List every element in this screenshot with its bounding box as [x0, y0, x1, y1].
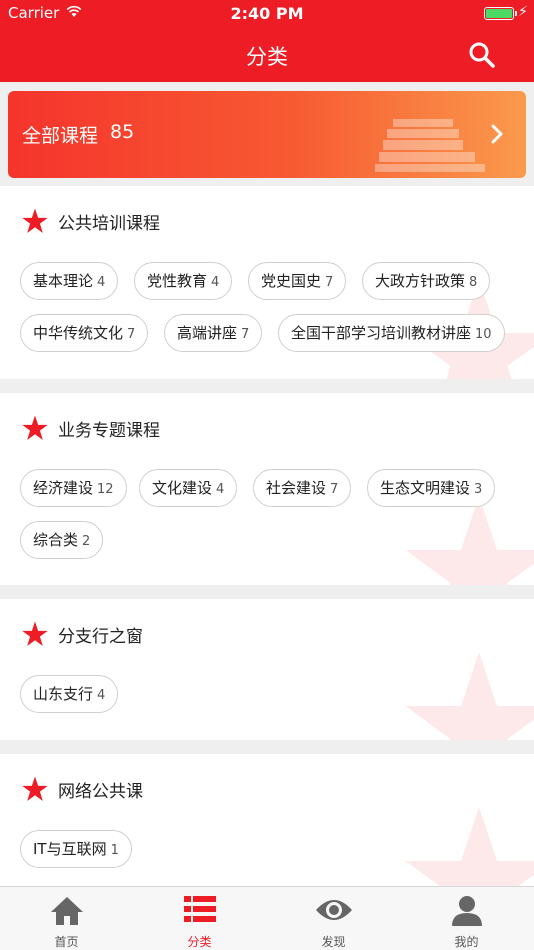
tab-label: 首页: [54, 935, 79, 949]
star-icon: [22, 621, 48, 646]
tag-label: 大政方针政策: [375, 272, 466, 290]
home-icon: [50, 897, 83, 925]
user-icon: [451, 896, 482, 926]
star-icon: [22, 208, 48, 233]
tab-mine[interactable]: 我的: [400, 887, 533, 950]
tag-label: 全国干部学习培训教材讲座: [291, 324, 472, 342]
category-tag[interactable]: 党性教育 4: [134, 262, 233, 300]
section-title: 业务专题课程: [58, 421, 160, 441]
tab-label: 我的: [454, 935, 479, 949]
charging-bolt-icon: ⚡: [518, 4, 528, 20]
tag-count: 7: [127, 327, 136, 342]
tab-label: 分类: [187, 935, 212, 949]
tag-label: 山东支行: [33, 685, 94, 703]
books-illustration-icon: [375, 119, 485, 172]
tag-label: 党性教育: [147, 272, 208, 290]
tag-label: 党史国史: [261, 272, 322, 290]
status-bar: Carrier 2:40 PM ⚡: [0, 0, 534, 28]
tag-label: 基本理论: [33, 272, 94, 290]
tag-label: 文化建设: [152, 479, 213, 497]
tag-label: 经济建设: [33, 479, 94, 497]
category-tag[interactable]: 社会建设 7: [253, 469, 352, 507]
category-section: 网络公共课 IT与互联网 1: [0, 754, 534, 886]
category-tag[interactable]: IT与互联网 1: [20, 830, 132, 868]
tag-count: 3: [474, 482, 483, 497]
section-title: 网络公共课: [58, 782, 143, 802]
category-tag[interactable]: 山东支行 4: [20, 675, 119, 713]
category-list-icon: [183, 896, 216, 922]
tag-label: 高端讲座: [177, 324, 238, 342]
tag-label: IT与互联网: [33, 840, 107, 858]
category-tag[interactable]: 生态文明建设 3: [367, 469, 496, 507]
tag-count: 7: [330, 482, 339, 497]
category-tag[interactable]: 基本理论 4: [20, 262, 119, 300]
tag-count: 12: [97, 482, 114, 497]
page-title: 分类: [246, 45, 288, 69]
all-courses-banner[interactable]: 全部课程 85: [8, 91, 526, 178]
tag-count: 4: [211, 275, 220, 290]
category-tag[interactable]: 党史国史 7: [248, 262, 347, 300]
tag-label: 生态文明建设: [380, 479, 471, 497]
chevron-right-icon: [491, 124, 503, 144]
category-tag[interactable]: 综合类 2: [20, 521, 104, 559]
tab-category[interactable]: 分类: [133, 887, 266, 950]
category-section: 业务专题课程 经济建设 12 文化建设 4 社会建设 7 生态文明建设 3 综合类 2: [0, 393, 534, 585]
category-section: 分支行之窗 山东支行 4: [0, 599, 534, 740]
category-tag[interactable]: 大政方针政策 8: [362, 262, 491, 300]
category-section: 公共培训课程 基本理论 4 党性教育 4 党史国史 7 大政方针政策 8 中华传统文化 7…: [0, 186, 534, 379]
tag-count: 2: [82, 534, 91, 549]
section-title: 公共培训课程: [58, 214, 160, 234]
tag-count: 4: [97, 688, 106, 703]
tab-bar: 首页 分类 发现 我的: [0, 886, 534, 950]
tab-label: 发现: [321, 935, 346, 949]
all-courses-count: 85: [110, 121, 135, 143]
tag-label: 综合类: [33, 531, 79, 549]
section-title: 分支行之窗: [58, 627, 143, 647]
tag-count: 4: [216, 482, 225, 497]
star-watermark-icon: [405, 807, 534, 886]
category-tag[interactable]: 经济建设 12: [20, 469, 127, 507]
search-icon[interactable]: [468, 41, 496, 69]
tag-count: 4: [97, 275, 106, 290]
navigation-bar: 分类: [0, 28, 534, 82]
tab-home[interactable]: 首页: [0, 887, 133, 950]
tab-discover[interactable]: 发现: [267, 887, 400, 950]
battery-icon: [484, 7, 517, 20]
category-tag[interactable]: 全国干部学习培训教材讲座 10: [278, 314, 505, 352]
all-courses-label: 全部课程: [22, 125, 99, 147]
star-watermark-icon: [405, 652, 534, 740]
tag-label: 社会建设: [266, 479, 327, 497]
star-icon: [22, 776, 48, 801]
star-icon: [22, 415, 48, 440]
tag-count: 7: [241, 327, 250, 342]
eye-icon: [315, 900, 352, 920]
tag-count: 8: [469, 275, 478, 290]
status-time: 2:40 PM: [230, 4, 304, 23]
category-tag[interactable]: 中华传统文化 7: [20, 314, 149, 352]
tag-count: 1: [110, 843, 119, 858]
category-tag[interactable]: 文化建设 4: [139, 469, 238, 507]
tag-count: 7: [325, 275, 334, 290]
tag-count: 10: [475, 327, 492, 342]
category-tag[interactable]: 高端讲座 7: [164, 314, 263, 352]
tag-label: 中华传统文化: [33, 324, 124, 342]
